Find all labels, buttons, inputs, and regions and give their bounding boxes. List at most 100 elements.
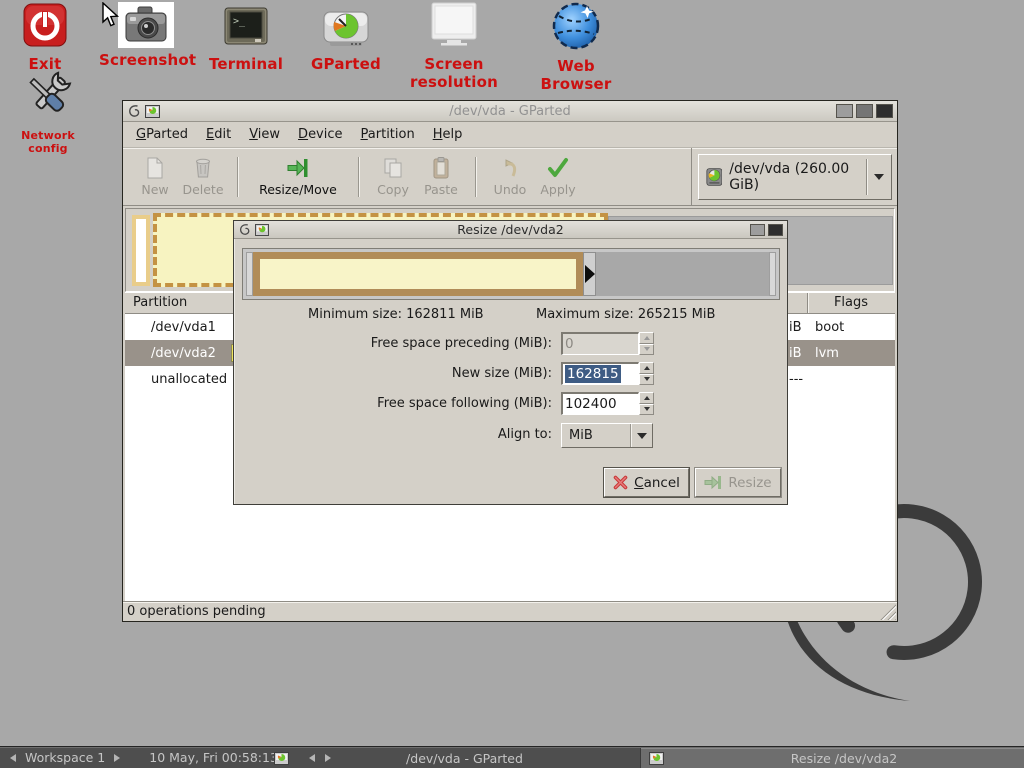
spin-up-icon	[644, 366, 650, 370]
menu-device[interactable]: Device	[289, 124, 351, 145]
dialog-titlebar[interactable]: Resize /dev/vda2	[234, 221, 787, 239]
device-selector-area: /dev/vda (260.00 GiB)	[691, 148, 897, 205]
window-title: /dev/vda - GParted	[123, 104, 897, 119]
desktop-icon-screenshot[interactable]: Screenshot	[99, 2, 193, 69]
partition-block-vda1[interactable]	[132, 215, 150, 286]
desktop-icon-network-config[interactable]: Network config	[2, 70, 94, 155]
free-space-preceding-row: Free space preceding (MiB): 0	[234, 332, 787, 356]
taskbar-item-gparted[interactable]: /dev/vda - GParted	[266, 748, 640, 768]
svg-text:>_: >_	[233, 16, 246, 27]
free-space-following-row: Free space following (MiB): 102400	[234, 392, 787, 416]
workspace-label: Workspace 1	[25, 750, 105, 765]
resize-grip[interactable]	[879, 603, 896, 620]
apply-check-icon	[546, 156, 570, 180]
free-space-following-input[interactable]: 102400	[561, 392, 639, 415]
free-space-following-spinner[interactable]	[639, 392, 654, 415]
hard-disk-icon	[706, 166, 723, 188]
apply-button[interactable]: Apply	[534, 152, 582, 202]
new-size-input[interactable]: 162815	[561, 362, 639, 385]
new-size-spinner[interactable]	[639, 362, 654, 385]
left-resize-handle[interactable]	[246, 252, 253, 296]
align-to-dropdown[interactable]: MiB	[561, 423, 653, 448]
desktop-icon-terminal[interactable]: >_ Terminal	[202, 2, 290, 73]
desktop-icon-gparted[interactable]: GParted	[303, 2, 389, 73]
workspace-prev-arrow[interactable]	[10, 754, 16, 762]
right-edge-strip	[769, 252, 776, 296]
resize-arrow-icon	[704, 475, 722, 490]
right-resize-handle[interactable]	[583, 252, 596, 296]
menu-edit[interactable]: Edit	[197, 124, 240, 145]
menu-partition[interactable]: Partition	[352, 124, 424, 145]
terminal-icon: >_	[224, 7, 268, 48]
free-space-area	[596, 252, 769, 296]
workspace-next-arrow[interactable]	[114, 754, 120, 762]
power-icon	[22, 2, 68, 48]
menu-gparted[interactable]: GParted	[127, 124, 197, 145]
resize-move-icon	[286, 156, 310, 180]
free-space-preceding-input: 0	[561, 332, 639, 355]
spin-down-button[interactable]	[639, 374, 654, 386]
toolbar-separator	[358, 157, 359, 197]
gparted-mini-icon	[274, 752, 289, 765]
menu-view[interactable]: View	[240, 124, 289, 145]
desktop-icon-exit[interactable]: Exit	[14, 2, 76, 73]
taskbar-item-resize-dialog[interactable]: Resize /dev/vda2	[640, 748, 1024, 768]
desktop-icon-web-browser[interactable]: Web Browser	[523, 2, 629, 93]
header-partition[interactable]: Partition	[133, 295, 187, 310]
menubar: GParted Edit View Device Partition Help	[123, 122, 897, 148]
spin-up-icon	[644, 396, 650, 400]
gparted-mini-icon	[649, 752, 664, 765]
resize-button[interactable]: Resize	[695, 468, 781, 497]
handle-arrow-icon	[585, 265, 595, 283]
delete-button[interactable]: Delete	[179, 152, 227, 202]
spin-up-button[interactable]	[639, 392, 654, 404]
flags-cell: lvm	[815, 346, 839, 361]
partition-area[interactable]	[253, 252, 583, 296]
statusbar: 0 operations pending	[123, 601, 897, 621]
cancel-button[interactable]: Cancel	[604, 468, 689, 497]
size-tail: iB	[789, 346, 802, 361]
crossed-tools-icon	[20, 70, 76, 122]
new-document-icon	[144, 156, 166, 180]
device-selector[interactable]: /dev/vda (260.00 GiB)	[698, 154, 892, 200]
new-size-row: New size (MiB): 162815	[234, 362, 787, 386]
icon-label: GParted	[303, 55, 389, 73]
new-button[interactable]: New	[131, 152, 179, 202]
camera-icon	[122, 5, 170, 45]
toolbar: New Delete Resize/Move Copy	[123, 148, 897, 206]
paste-button[interactable]: Paste	[417, 152, 465, 202]
maximum-size: Maximum size: 265215 MiB	[536, 307, 715, 322]
resize-move-button[interactable]: Resize/Move	[248, 152, 348, 202]
menu-help[interactable]: Help	[424, 124, 472, 145]
globe-icon	[551, 2, 601, 50]
cancel-x-icon	[613, 475, 628, 490]
spin-up-icon	[644, 336, 650, 340]
icon-label: Terminal	[202, 55, 290, 73]
header-flags[interactable]: Flags	[808, 295, 894, 310]
undo-button[interactable]: Undo	[486, 152, 534, 202]
size-tail: iB	[789, 320, 802, 335]
icon-label: Screenshot	[99, 51, 193, 69]
spin-down-icon	[644, 377, 650, 381]
monitor-icon	[427, 2, 481, 48]
resize-dialog: Resize /dev/vda2 Minimum size: 162811 Mi…	[233, 220, 788, 505]
icon-selected-bg	[118, 2, 174, 48]
combo-divider	[866, 159, 867, 195]
align-to-row: Align to: MiB	[234, 423, 787, 447]
flags-cell: boot	[815, 320, 844, 335]
copy-button[interactable]: Copy	[369, 152, 417, 202]
toolbar-separator	[237, 157, 238, 197]
icon-label: Web Browser	[523, 57, 629, 93]
size-tail: ---	[789, 372, 803, 387]
toolbar-separator	[475, 157, 476, 197]
spin-down-button[interactable]	[639, 404, 654, 416]
icon-label: Screen resolution	[387, 55, 521, 91]
spin-up-button[interactable]	[639, 362, 654, 374]
desktop-icon-screen-resolution[interactable]: Screen resolution	[387, 2, 521, 91]
selected-text: 162815	[565, 365, 621, 383]
clock: 10 May, Fri 00:58:13	[149, 750, 278, 765]
copy-icon	[382, 156, 404, 180]
dialog-title: Resize /dev/vda2	[234, 222, 787, 237]
pending-operations: 0 operations pending	[127, 604, 266, 619]
window-titlebar[interactable]: /dev/vda - GParted	[123, 101, 897, 122]
